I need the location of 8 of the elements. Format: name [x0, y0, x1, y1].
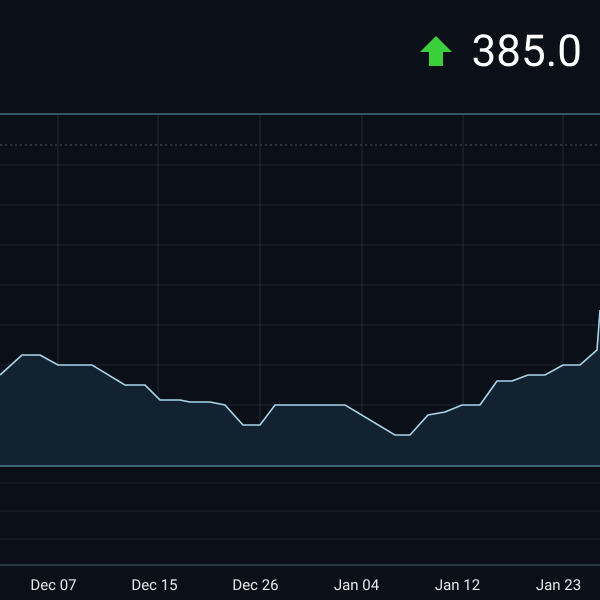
- axis-label: Dec 15: [131, 576, 178, 594]
- axis-label: Jan 12: [434, 576, 480, 594]
- up-arrow-icon: [419, 34, 454, 66]
- axis-label: Dec 26: [232, 576, 279, 594]
- axis-label: Dec 07: [30, 576, 77, 594]
- axis-label: Jan 04: [334, 576, 380, 594]
- axis-label: Jan 23: [536, 576, 582, 594]
- price-value: 385.0: [471, 24, 582, 76]
